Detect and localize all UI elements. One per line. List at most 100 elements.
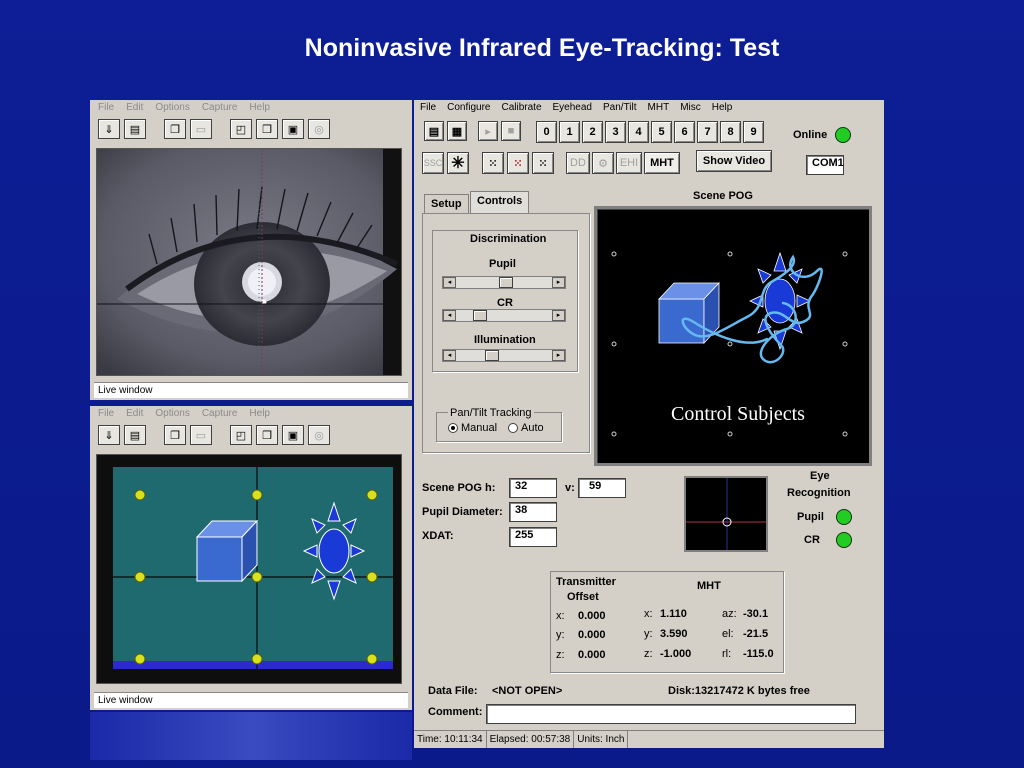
digit-button-8[interactable]: 8 <box>720 121 741 143</box>
radio-auto[interactable]: Auto <box>508 422 544 434</box>
sun-shape <box>749 251 811 351</box>
menu-options[interactable]: Options <box>155 408 189 420</box>
right-arrow-icon[interactable]: ▸ <box>552 310 565 321</box>
menu-capture[interactable]: Capture <box>202 408 238 420</box>
tools-button[interactable]: ⚙ <box>592 152 614 174</box>
mht-title: MHT <box>697 580 721 592</box>
illumination-slider[interactable]: ◂ ▸ <box>442 349 566 362</box>
copy-icon[interactable]: ❐ <box>164 119 186 139</box>
mht-button[interactable]: MHT <box>644 152 680 174</box>
digit-button-7[interactable]: 7 <box>697 121 718 143</box>
menu-edit[interactable]: Edit <box>126 102 143 114</box>
window-icon[interactable]: ◰ <box>230 425 252 445</box>
crosshair-button[interactable]: ✳ <box>447 152 469 174</box>
pupil-slider[interactable]: ◂ ▸ <box>442 276 566 289</box>
menu-options[interactable]: Options <box>155 102 189 114</box>
xdat-field[interactable]: 255 <box>509 527 557 547</box>
menu-misc[interactable]: Misc <box>680 102 701 114</box>
tab-controls[interactable]: Controls <box>470 191 530 213</box>
menu-capture[interactable]: Capture <box>202 102 238 114</box>
left-arrow-icon[interactable]: ◂ <box>443 350 456 361</box>
play-icon: ▸ <box>485 125 491 138</box>
dot-grid-icon: ⁙ <box>488 157 498 170</box>
pupil-slider-thumb[interactable] <box>498 277 513 288</box>
digit-button-3[interactable]: 3 <box>605 121 626 143</box>
film-icon[interactable]: ▤ <box>124 119 146 139</box>
menu-edit[interactable]: Edit <box>126 408 143 420</box>
menu-help[interactable]: Help <box>249 102 270 114</box>
menu-help[interactable]: Help <box>712 102 733 114</box>
stop-button[interactable]: ■ <box>501 121 521 141</box>
record-icon[interactable]: ▣ <box>282 119 304 139</box>
comment-input[interactable] <box>486 704 856 724</box>
menu-eyehead[interactable]: Eyehead <box>553 102 592 114</box>
digit-button-5[interactable]: 5 <box>651 121 672 143</box>
xdat-label: XDAT: <box>422 530 454 542</box>
radio-manual[interactable]: Manual <box>448 422 497 434</box>
play-button[interactable]: ▸ <box>478 121 498 141</box>
pupil-recognition-indicator <box>836 509 852 525</box>
menu-calibrate[interactable]: Calibrate <box>501 102 541 114</box>
grid-button[interactable]: ⁙ <box>482 152 504 174</box>
menu-configure[interactable]: Configure <box>447 102 490 114</box>
right-arrow-icon[interactable]: ▸ <box>552 350 565 361</box>
com-port-field[interactable]: COM1 <box>806 155 844 175</box>
scene-video-window: File Edit Options Capture Help ⇓ ▤ ❐ ▭ ◰… <box>90 406 412 710</box>
menu-file[interactable]: File <box>420 102 436 114</box>
digit-button-4[interactable]: 4 <box>628 121 649 143</box>
ssc-button[interactable]: SSC <box>422 152 444 174</box>
pupil-diameter-field[interactable]: 38 <box>509 502 557 522</box>
digit-button-2[interactable]: 2 <box>582 121 603 143</box>
cascade-icon[interactable]: ❒ <box>256 425 278 445</box>
copy-icon[interactable]: ❐ <box>164 425 186 445</box>
show-video-button[interactable]: Show Video <box>696 150 772 172</box>
eye-image <box>97 149 401 375</box>
digit-button-9[interactable]: 9 <box>743 121 764 143</box>
print-button[interactable]: ▦ <box>447 121 467 141</box>
grid-small-button[interactable]: ⁙ <box>532 152 554 174</box>
left-arrow-icon[interactable]: ◂ <box>443 277 456 288</box>
record-icon[interactable]: ▣ <box>282 425 304 445</box>
tab-setup[interactable]: Setup <box>424 194 469 213</box>
settings-icon[interactable]: ◎ <box>308 119 330 139</box>
main-menubar: File Configure Calibrate Eyehead Pan/Til… <box>414 100 884 116</box>
background-strip <box>90 712 412 760</box>
snapshot-icon[interactable]: ▭ <box>190 425 212 445</box>
cr-slider-thumb[interactable] <box>473 310 487 321</box>
window-icon[interactable]: ◰ <box>230 119 252 139</box>
menu-file[interactable]: File <box>98 102 114 114</box>
discrimination-title: Discrimination <box>470 233 547 245</box>
printer-icon: ▦ <box>451 125 463 138</box>
open-file-button[interactable]: ▤ <box>424 121 444 141</box>
grid-target-button[interactable]: ⁙ <box>507 152 529 174</box>
menu-mht[interactable]: MHT <box>648 102 670 114</box>
snapshot-icon[interactable]: ▭ <box>190 119 212 139</box>
save-icon[interactable]: ⇓ <box>98 425 120 445</box>
left-arrow-icon[interactable]: ◂ <box>443 310 456 321</box>
save-icon[interactable]: ⇓ <box>98 119 120 139</box>
pupil-recognition-label: Pupil <box>797 511 824 523</box>
menu-help[interactable]: Help <box>249 408 270 420</box>
cascade-icon[interactable]: ❒ <box>256 119 278 139</box>
menu-pantilt[interactable]: Pan/Tilt <box>603 102 637 114</box>
eye-video-status: Live window <box>94 382 408 398</box>
digit-button-1[interactable]: 1 <box>559 121 580 143</box>
scene-pog-v-field[interactable]: 59 <box>578 478 626 498</box>
right-arrow-icon[interactable]: ▸ <box>552 277 565 288</box>
settings-icon[interactable]: ◎ <box>308 425 330 445</box>
main-control-window: File Configure Calibrate Eyehead Pan/Til… <box>414 100 884 748</box>
target-grid-icon: ⁙ <box>513 157 523 170</box>
mht-y-label: y: <box>644 628 653 640</box>
crosshair-icon: ✳ <box>451 155 465 172</box>
illumination-slider-thumb[interactable] <box>485 350 499 361</box>
digit-button-6[interactable]: 6 <box>674 121 695 143</box>
film-icon[interactable]: ▤ <box>124 425 146 445</box>
mht-z-value: -1.000 <box>660 648 692 660</box>
digit-button-0[interactable]: 0 <box>536 121 557 143</box>
ehi-button[interactable]: EHI <box>616 152 642 174</box>
cr-slider[interactable]: ◂ ▸ <box>442 309 566 322</box>
menu-file[interactable]: File <box>98 408 114 420</box>
scene-pog-h-field[interactable]: 32 <box>509 478 557 498</box>
dd-button[interactable]: DD <box>566 152 590 174</box>
data-file-label: Data File: <box>428 685 478 697</box>
